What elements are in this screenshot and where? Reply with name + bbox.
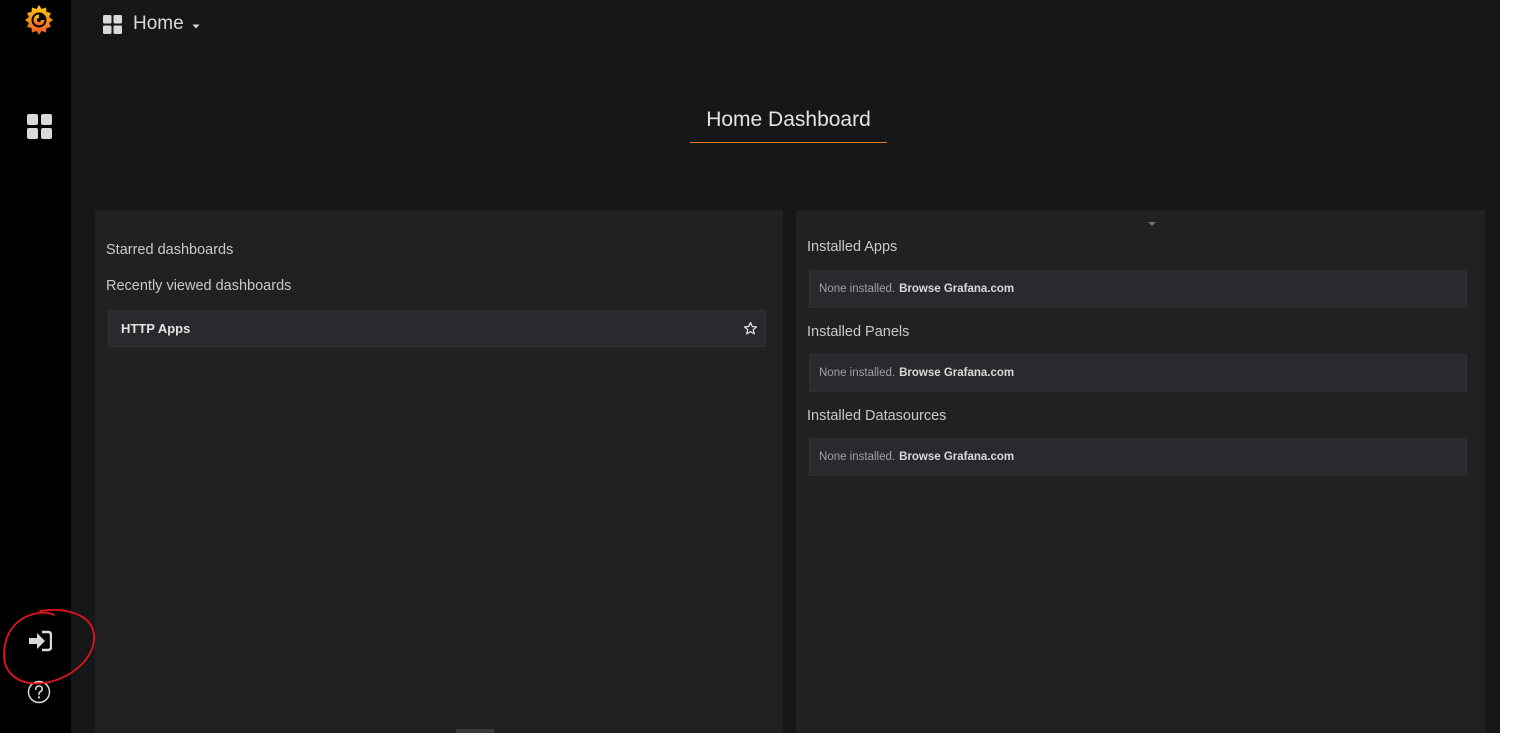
installed-apps-heading: Installed Apps bbox=[807, 239, 898, 255]
page-title: Home Dashboard bbox=[690, 108, 887, 143]
installed-panels-box: None installed. Browse Grafana.com bbox=[809, 354, 1467, 392]
empty-text: None installed. bbox=[819, 283, 896, 295]
installed-datasources-heading: Installed Datasources bbox=[807, 408, 947, 424]
sign-in-icon[interactable] bbox=[28, 630, 52, 652]
browse-grafana-link[interactable]: Browse Grafana.com bbox=[899, 367, 1014, 379]
empty-text: None installed. bbox=[819, 451, 896, 463]
star-outline-icon[interactable] bbox=[743, 321, 758, 336]
starred-dashboards-heading: Starred dashboards bbox=[106, 242, 234, 258]
browse-grafana-link[interactable]: Browse Grafana.com bbox=[899, 451, 1014, 463]
resize-handle[interactable] bbox=[456, 729, 494, 733]
nav-title: Home bbox=[133, 13, 184, 34]
installed-apps-box: None installed. Browse Grafana.com bbox=[809, 270, 1467, 308]
help-icon[interactable] bbox=[27, 680, 51, 704]
installed-panels-heading: Installed Panels bbox=[807, 324, 910, 340]
list-item[interactable]: HTTP Apps bbox=[108, 310, 766, 347]
plugin-list-panel: Installed Apps None installed. Browse Gra… bbox=[796, 210, 1485, 733]
grafana-app: Home Home Dashboard Starred dashboards R… bbox=[0, 0, 1500, 733]
caret-down-icon[interactable] bbox=[1147, 220, 1157, 228]
installed-datasources-box: None installed. Browse Grafana.com bbox=[809, 438, 1467, 476]
caret-down-icon bbox=[192, 24, 200, 28]
recent-dashboards-heading: Recently viewed dashboards bbox=[106, 278, 292, 294]
dashboard-picker[interactable]: Home bbox=[103, 11, 201, 37]
browse-grafana-link[interactable]: Browse Grafana.com bbox=[899, 283, 1014, 295]
grafana-logo-icon[interactable] bbox=[22, 3, 56, 37]
dashboards-grid-icon[interactable] bbox=[27, 114, 52, 139]
dashboard-list-panel: Starred dashboards Recently viewed dashb… bbox=[95, 210, 783, 733]
empty-text: None installed. bbox=[819, 367, 896, 379]
dashboards-grid-icon bbox=[103, 14, 122, 34]
dashboard-link[interactable]: HTTP Apps bbox=[121, 321, 190, 336]
sidebar bbox=[0, 0, 71, 733]
